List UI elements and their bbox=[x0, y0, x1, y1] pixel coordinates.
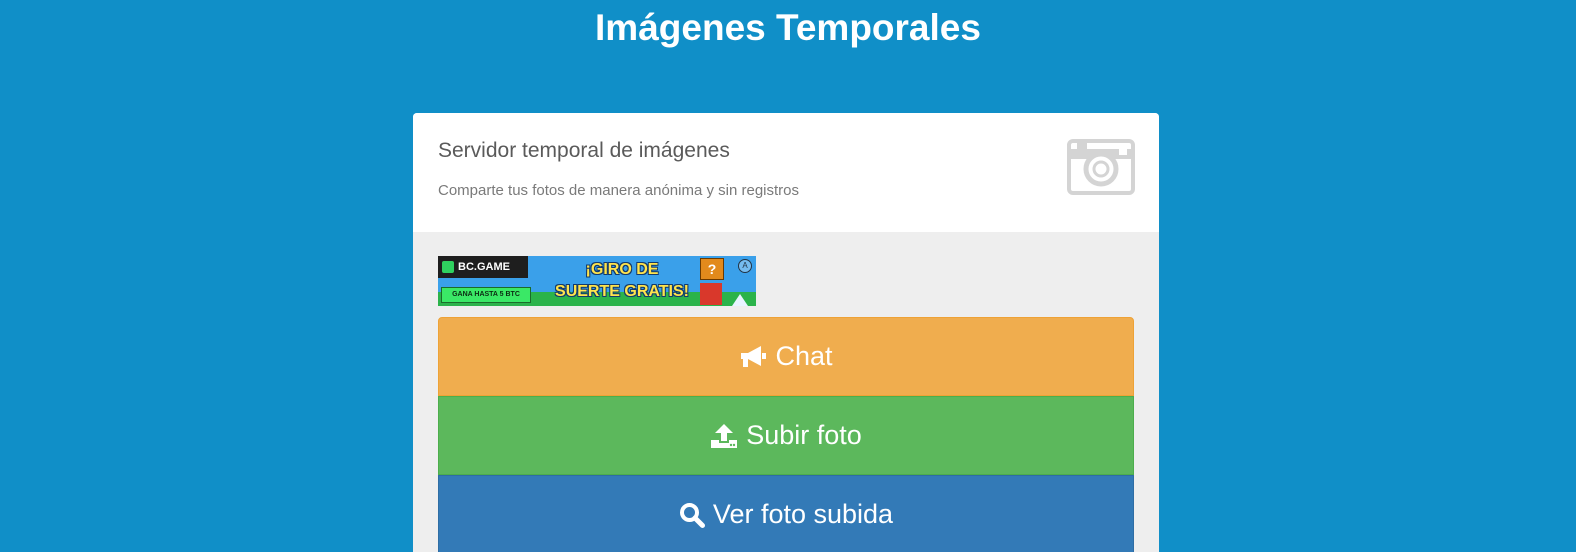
view-uploaded-photo-button-label: Ver foto subida bbox=[712, 499, 894, 529]
ad-headline-line1: ¡GIRO DE bbox=[585, 261, 659, 278]
pixel-character-icon bbox=[700, 283, 722, 305]
chat-button-label: Chat bbox=[775, 341, 833, 371]
ad-brand: BC.GAME bbox=[438, 256, 528, 278]
upload-photo-button[interactable]: Subir foto bbox=[438, 396, 1134, 475]
ad-headline-line2: SUERTE GRATIS! bbox=[555, 283, 689, 300]
megaphone-icon bbox=[741, 345, 767, 367]
main-panel: Servidor temporal de imágenes Comparte t… bbox=[413, 113, 1159, 552]
view-uploaded-photo-button[interactable]: Ver foto subida bbox=[438, 475, 1134, 552]
ad-brand-label: BC.GAME bbox=[458, 261, 510, 273]
site-title: Imágenes Temporales bbox=[595, 7, 981, 48]
question-block-icon: ? bbox=[700, 258, 724, 280]
camera-icon bbox=[1067, 139, 1135, 195]
search-icon bbox=[679, 502, 705, 528]
ad-tag: GANA HASTA 5 BTC bbox=[441, 287, 531, 303]
ad-headline: ¡GIRO DE SUERTE GRATIS! bbox=[542, 259, 702, 303]
chat-button[interactable]: Chat bbox=[438, 317, 1134, 396]
panel-title: Servidor temporal de imágenes bbox=[438, 139, 730, 162]
brand-logo-icon bbox=[442, 261, 454, 273]
ad-banner[interactable]: BC.GAME GANA HASTA 5 BTC ¡GIRO DE SUERTE… bbox=[438, 256, 756, 306]
upload-photo-button-label: Subir foto bbox=[746, 420, 862, 450]
upload-icon bbox=[711, 423, 738, 448]
arrow-up-icon bbox=[732, 294, 748, 306]
page: Imágenes Temporales Servidor temporal de… bbox=[0, 0, 1576, 552]
panel-subtitle: Comparte tus fotos de manera anónima y s… bbox=[438, 182, 800, 199]
panel-header: Servidor temporal de imágenes Comparte t… bbox=[413, 113, 1159, 232]
ad-info-icon[interactable]: A bbox=[738, 259, 752, 273]
